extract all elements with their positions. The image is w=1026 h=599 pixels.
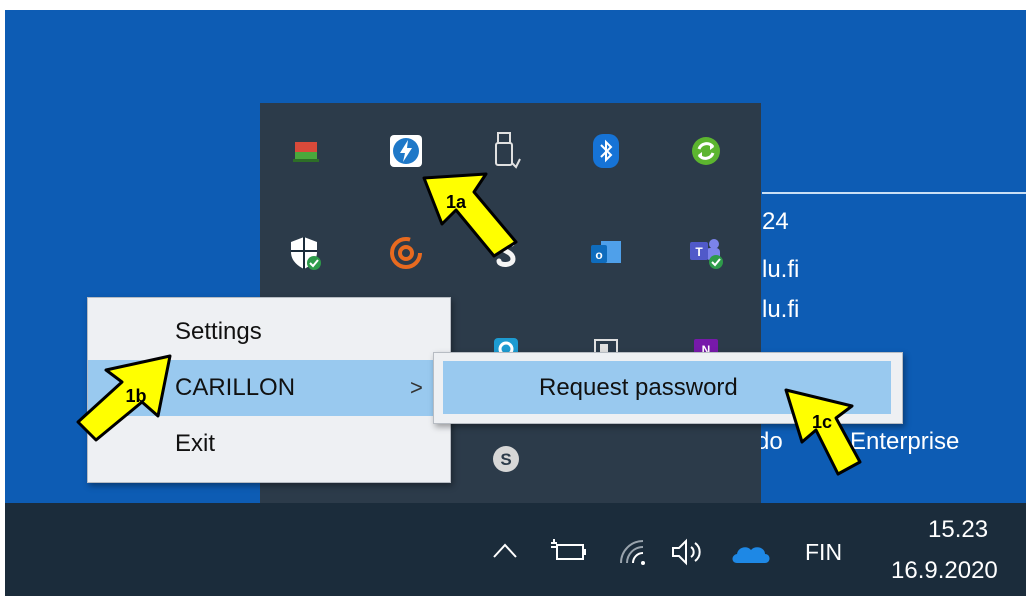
callout-label-1c: 1c [812, 412, 832, 432]
chevron-right-icon: > [410, 375, 423, 400]
bluetooth-icon[interactable] [586, 131, 626, 171]
taskbar: FIN 15.23 16.9.2020 [5, 503, 1026, 596]
callout-label-1b: 1b [125, 386, 146, 406]
callout-arrow-1b: 1b [76, 354, 172, 442]
windows-security-icon[interactable] [286, 233, 326, 273]
svg-text:o: o [595, 248, 602, 262]
callout-label-1a: 1a [446, 192, 467, 212]
menu-item-label: Exit [175, 430, 216, 457]
desktop-info-line: lu.fi [762, 256, 800, 283]
teams-icon[interactable]: T [686, 233, 726, 273]
battery-icon[interactable] [547, 537, 587, 570]
menu-item-label: CARILLON [175, 374, 296, 401]
language-indicator[interactable]: FIN [805, 539, 842, 566]
outlook-icon[interactable]: o [586, 233, 626, 273]
volume-icon[interactable] [669, 537, 705, 572]
clock-date[interactable]: 16.9.2020 [891, 557, 998, 585]
callout-arrow-1c: 1c [784, 388, 862, 476]
desktop-info-line: 24 [762, 208, 789, 235]
svg-text:S: S [500, 450, 511, 469]
clock-time[interactable]: 15.23 [928, 516, 988, 544]
desktop-window-edge [762, 192, 1026, 194]
wifi-icon[interactable] [617, 537, 651, 572]
network-drive-icon[interactable] [286, 131, 326, 171]
skype-icon[interactable]: S [486, 439, 526, 479]
onedrive-icon[interactable] [729, 541, 773, 570]
chevron-up-icon[interactable] [490, 539, 520, 566]
callout-arrow-1a: 1a [422, 172, 518, 258]
sync-icon[interactable] [686, 131, 726, 171]
svg-text:T: T [695, 245, 703, 259]
menu-item-label: Settings [175, 318, 262, 345]
desktop-info-line: lu.fi [762, 296, 800, 323]
menu-item-label: Request password [539, 374, 738, 401]
